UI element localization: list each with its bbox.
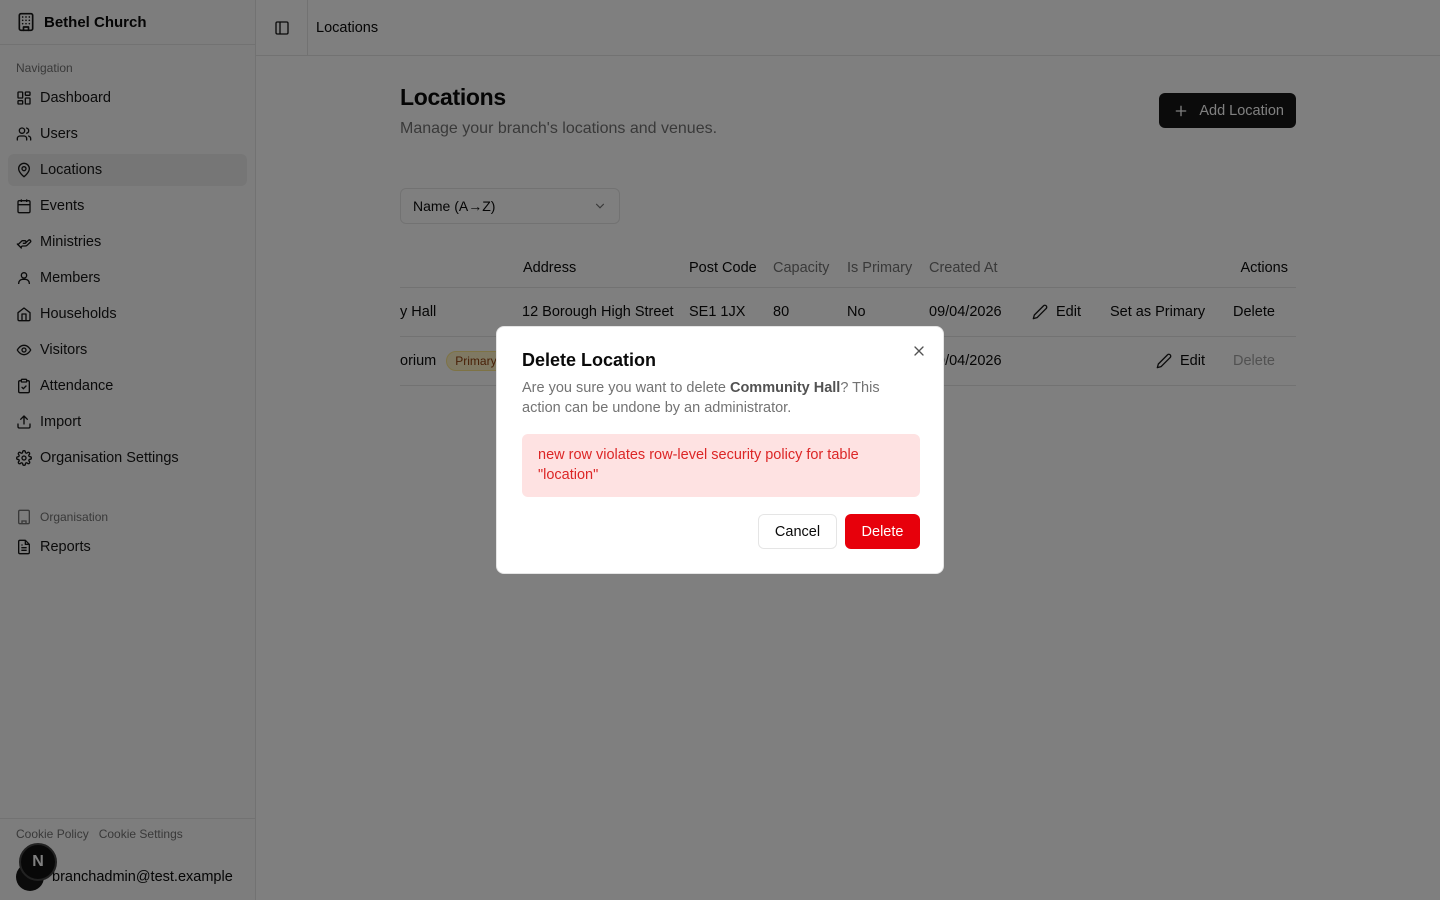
delete-location-dialog: Delete Location Are you sure you want to… xyxy=(496,326,944,574)
dialog-title: Delete Location xyxy=(522,350,657,370)
confirm-delete-button[interactable]: Delete xyxy=(845,514,920,549)
error-message: new row violates row-level security poli… xyxy=(522,434,920,497)
dialog-description: Are you sure you want to delete Communit… xyxy=(522,378,917,418)
close-icon[interactable] xyxy=(911,343,927,359)
cancel-button[interactable]: Cancel xyxy=(758,514,837,549)
dialog-target-name: Community Hall xyxy=(729,380,841,396)
dialog-desc-prefix: Are you sure you want to delete xyxy=(522,380,730,396)
